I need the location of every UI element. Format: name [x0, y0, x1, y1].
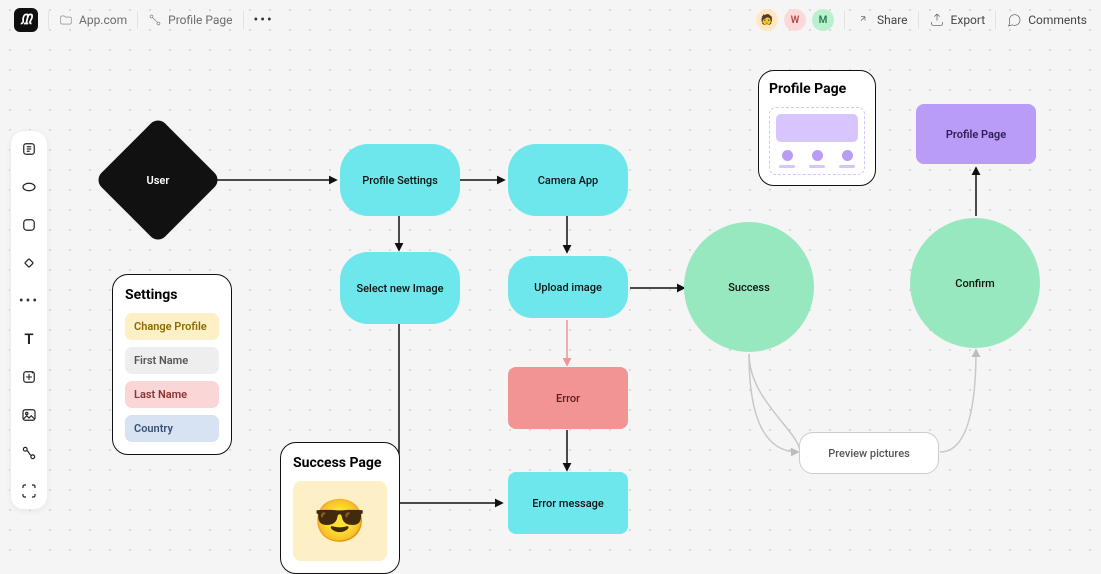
breadcrumb-page[interactable]: Profile Page: [148, 13, 232, 27]
comments-button[interactable]: Comments: [1006, 12, 1087, 28]
node-select-new-image-label: Select new Image: [356, 282, 443, 295]
comments-label: Comments: [1028, 13, 1087, 27]
cool-emoji-icon: 😎: [314, 497, 366, 546]
export-button[interactable]: Export: [929, 12, 986, 28]
node-error[interactable]: Error: [508, 367, 628, 429]
card-settings[interactable]: Settings Change Profile First Name Last …: [112, 274, 232, 455]
collaborator-avatars: 🧑 W M: [756, 9, 834, 31]
profile-preview-dot: [842, 150, 853, 161]
topbar: ᙢ App.com Profile Page ••• 🧑 W M Share E…: [0, 0, 1101, 40]
tool-more[interactable]: •••: [17, 289, 41, 313]
settings-item-first-name[interactable]: First Name: [125, 347, 219, 374]
comments-icon: [1006, 12, 1022, 28]
node-profile-settings-label: Profile Settings: [362, 174, 438, 187]
tool-screenshot[interactable]: [17, 479, 41, 503]
profile-preview-banner: [776, 114, 858, 142]
card-success-page[interactable]: Success Page 😎: [280, 442, 400, 574]
tool-rounded-square[interactable]: [17, 213, 41, 237]
card-settings-title: Settings: [125, 287, 219, 303]
avatar-w[interactable]: W: [784, 9, 806, 31]
node-confirm[interactable]: Confirm: [910, 218, 1040, 348]
settings-item-last-name[interactable]: Last Name: [125, 381, 219, 408]
share-icon: [855, 12, 871, 28]
divider: [995, 11, 996, 29]
tool-generate[interactable]: [17, 365, 41, 389]
profile-preview-line: [809, 165, 825, 168]
flow-icon: [148, 13, 162, 27]
node-upload-image-label: Upload image: [534, 281, 602, 294]
divider: [243, 11, 244, 29]
node-error-message[interactable]: Error message: [508, 472, 628, 534]
tool-diamond[interactable]: [17, 251, 41, 275]
export-label: Export: [951, 13, 986, 27]
tool-rectangle[interactable]: [17, 137, 41, 161]
share-label: Share: [877, 13, 908, 27]
node-success-label: Success: [728, 281, 769, 294]
success-emoji-box: 😎: [293, 481, 387, 561]
toolbar: ••• T: [10, 130, 48, 510]
node-success[interactable]: Success: [684, 222, 814, 352]
tool-ellipse[interactable]: [17, 175, 41, 199]
more-menu[interactable]: •••: [254, 12, 274, 28]
folder-icon: [59, 13, 73, 27]
divider: [48, 11, 49, 29]
settings-item-country[interactable]: Country: [125, 415, 219, 442]
card-profile-page[interactable]: Profile Page: [758, 70, 876, 186]
avatar-self[interactable]: 🧑: [756, 9, 778, 31]
settings-item-change-profile[interactable]: Change Profile: [125, 313, 219, 340]
breadcrumb-app[interactable]: App.com: [59, 13, 127, 27]
app-logo[interactable]: ᙢ: [14, 8, 38, 32]
node-error-label: Error: [556, 392, 580, 405]
tool-text[interactable]: T: [17, 327, 41, 351]
node-profile-page-tile-label: Profile Page: [946, 128, 1006, 141]
node-preview-pictures[interactable]: Preview pictures: [799, 432, 939, 474]
card-profile-page-title: Profile Page: [769, 81, 865, 97]
node-profile-page-tile[interactable]: Profile Page: [916, 104, 1036, 164]
profile-preview-dot: [812, 150, 823, 161]
share-button[interactable]: Share: [855, 12, 908, 28]
tool-image[interactable]: [17, 403, 41, 427]
node-camera-app[interactable]: Camera App: [508, 144, 628, 216]
node-upload-image[interactable]: Upload image: [508, 256, 628, 318]
node-user-label: User: [147, 173, 170, 186]
node-confirm-label: Confirm: [955, 277, 994, 290]
breadcrumb-page-label: Profile Page: [168, 13, 232, 27]
export-icon: [929, 12, 945, 28]
divider: [137, 11, 138, 29]
breadcrumb-app-label: App.com: [79, 13, 127, 27]
profile-preview-line: [779, 165, 795, 168]
node-profile-settings[interactable]: Profile Settings: [340, 144, 460, 216]
node-camera-app-label: Camera App: [538, 174, 599, 187]
profile-preview-line: [839, 165, 855, 168]
node-select-new-image[interactable]: Select new Image: [340, 252, 460, 324]
node-error-message-label: Error message: [532, 497, 604, 510]
divider: [844, 11, 845, 29]
avatar-m[interactable]: M: [812, 9, 834, 31]
node-preview-pictures-label: Preview pictures: [828, 447, 910, 460]
tool-connector[interactable]: [17, 441, 41, 465]
card-success-page-title: Success Page: [293, 455, 387, 471]
divider: [918, 11, 919, 29]
profile-preview-dot: [782, 150, 793, 161]
